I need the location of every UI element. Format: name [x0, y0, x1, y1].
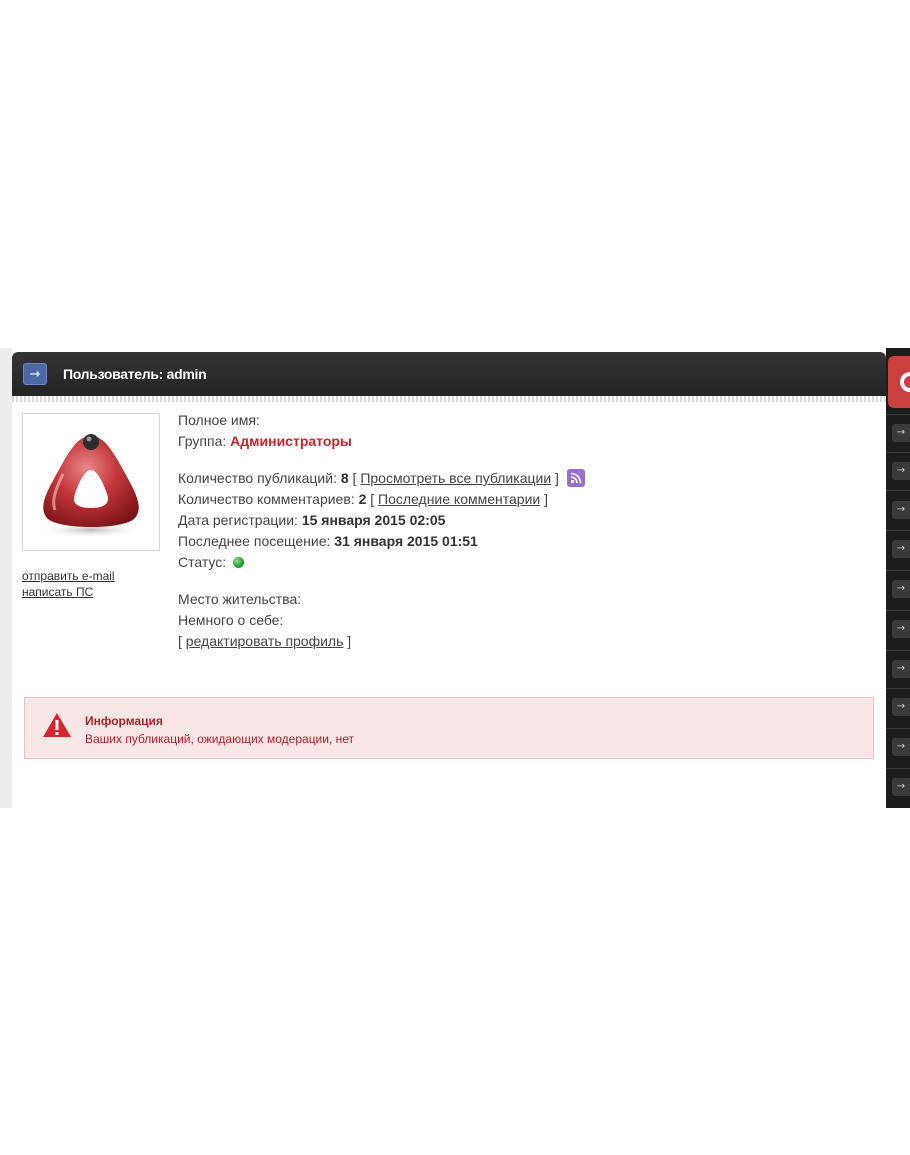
divider — [886, 768, 910, 769]
comments-count: 2 — [358, 491, 367, 507]
sidebar-logo-icon[interactable] — [888, 356, 910, 408]
reg-row: Дата регистрации: 15 января 2015 02:05 — [178, 510, 818, 531]
reg-label: Дата регистрации: — [178, 512, 298, 528]
sidebar-arrow-icon[interactable]: → — [892, 620, 910, 638]
status-label: Статус: — [178, 554, 227, 570]
divider — [886, 490, 910, 491]
send-pm-link[interactable]: написать ПС — [22, 584, 115, 600]
location-row: Место жительства: — [178, 589, 818, 610]
divider — [886, 728, 910, 729]
divider — [886, 650, 910, 651]
alert-text: Ваших публикаций, ожидающих модерации, н… — [85, 732, 355, 746]
screen: → Пользователь: admin отправить e-mail н… — [0, 348, 910, 808]
avatar-logo — [37, 434, 145, 538]
divider — [886, 570, 910, 571]
sidebar-arrow-icon[interactable]: → — [892, 738, 910, 756]
about-row: Немного о себе: — [178, 610, 818, 631]
edit-profile-link[interactable]: редактировать профиль — [186, 633, 344, 649]
bracket-open: [ — [352, 470, 357, 486]
visit-label: Последнее посещение: — [178, 533, 331, 549]
divider — [886, 530, 910, 531]
divider — [886, 414, 910, 415]
pubs-count: 8 — [340, 470, 349, 486]
bracket-close: ] — [544, 491, 549, 507]
divider — [886, 688, 910, 689]
warning-icon — [43, 713, 71, 737]
right-sidebar: → → → → → → → → → → — [886, 348, 910, 808]
location-label: Место жительства: — [178, 591, 302, 607]
pubs-row: Количество публикаций: 8 [ Просмотреть в… — [178, 468, 818, 489]
sidebar-arrow-icon[interactable]: → — [892, 462, 910, 480]
view-all-pubs-link[interactable]: Просмотреть все публикации — [360, 470, 551, 486]
sidebar-arrow-icon[interactable]: → — [892, 778, 910, 796]
comments-row: Количество комментариев: 2 [ Последние к… — [178, 489, 818, 510]
about-label: Немного о себе: — [178, 612, 284, 628]
panel-header: → Пользователь: admin — [12, 352, 886, 396]
profile-info: Полное имя: Группа: Администраторы Колич… — [178, 410, 818, 652]
divider — [886, 452, 910, 453]
ring-icon — [900, 372, 910, 392]
bracket-open: [ — [370, 491, 375, 507]
sidebar-arrow-icon[interactable]: → — [892, 698, 910, 716]
arrow-right-icon[interactable]: → — [23, 363, 47, 385]
last-comments-link[interactable]: Последние комментарии — [378, 491, 540, 507]
comments-label: Количество комментариев: — [178, 491, 355, 507]
sidebar-arrow-icon[interactable]: → — [892, 540, 910, 558]
group-label: Группа: — [178, 433, 227, 449]
bracket-open: [ — [178, 633, 182, 649]
rss-icon[interactable] — [566, 469, 585, 487]
group-value: Администраторы — [230, 433, 352, 449]
info-alert: Информация Ваших публикаций, ожидающих м… — [24, 697, 874, 759]
user-links: отправить e-mail написать ПС — [22, 568, 115, 600]
visit-row: Последнее посещение: 31 января 2015 01:5… — [178, 531, 818, 552]
avatar — [22, 413, 160, 551]
fullname-label: Полное имя: — [178, 412, 260, 428]
bracket-close: ] — [555, 470, 559, 486]
visit-date: 31 января 2015 01:51 — [334, 533, 478, 549]
alert-title: Информация — [85, 714, 163, 728]
fullname-row: Полное имя: — [178, 410, 818, 431]
bracket-close: ] — [347, 633, 352, 649]
group-row: Группа: Администраторы — [178, 431, 818, 452]
page-title: Пользователь: admin — [63, 366, 207, 382]
status-row: Статус: — [178, 552, 818, 573]
edit-row: [ редактировать профиль ] — [178, 631, 818, 652]
status-online-icon — [233, 557, 245, 568]
profile-panel: → Пользователь: admin отправить e-mail н… — [12, 352, 886, 808]
left-strip — [0, 348, 12, 808]
header-stripe — [12, 396, 886, 402]
send-email-link[interactable]: отправить e-mail — [22, 568, 115, 584]
sidebar-arrow-icon[interactable]: → — [892, 660, 910, 678]
sidebar-arrow-icon[interactable]: → — [892, 501, 910, 519]
sidebar-arrow-icon[interactable]: → — [892, 580, 910, 598]
sidebar-arrow-icon[interactable]: → — [892, 424, 910, 442]
reg-date: 15 января 2015 02:05 — [301, 512, 446, 528]
pubs-label: Количество публикаций: — [178, 470, 337, 486]
divider — [886, 610, 910, 611]
